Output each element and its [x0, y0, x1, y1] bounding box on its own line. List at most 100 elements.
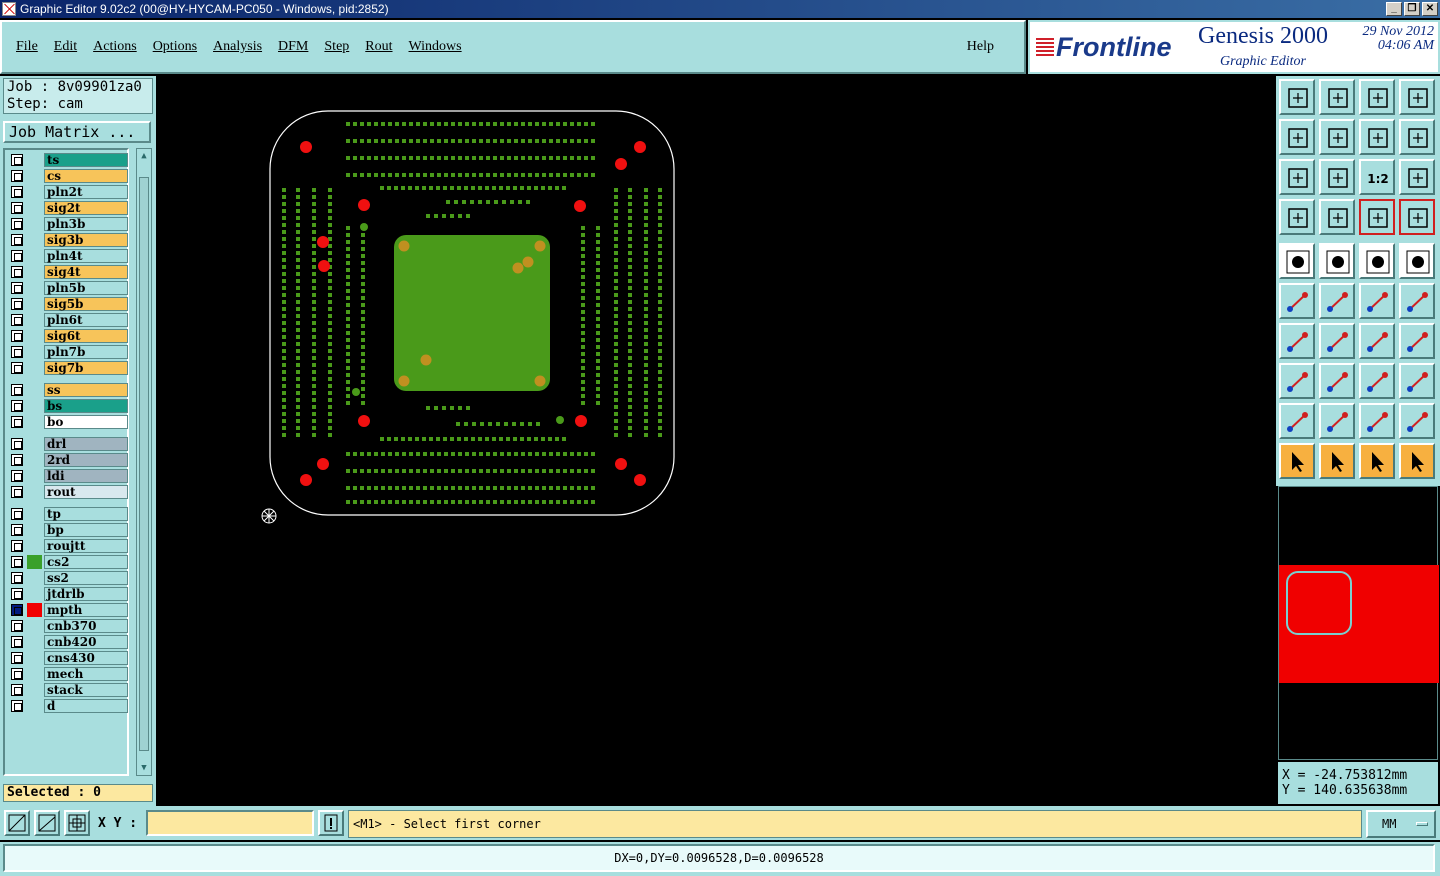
layer-checkbox[interactable]: [11, 652, 23, 664]
layer-row-drl[interactable]: drl: [8, 437, 128, 451]
measure-tool[interactable]: [1359, 363, 1395, 399]
layer-row-sig5b[interactable]: sig5b: [8, 297, 128, 311]
layer-name[interactable]: sig2t: [44, 201, 128, 215]
layer-checkbox[interactable]: [11, 572, 23, 584]
layer-checkbox[interactable]: [11, 508, 23, 520]
zoom-fit-tool[interactable]: [1279, 159, 1315, 195]
save-tool[interactable]: [1319, 79, 1355, 115]
menu-edit[interactable]: Edit: [54, 39, 77, 55]
layer-name[interactable]: mech: [44, 667, 128, 681]
layer-name[interactable]: ldi: [44, 469, 128, 483]
layer-name[interactable]: pln7b: [44, 345, 128, 359]
layer-row-mpth[interactable]: mpth: [8, 603, 128, 617]
window-tool[interactable]: [1399, 79, 1435, 115]
line-cut-tool[interactable]: [1319, 363, 1355, 399]
layer-name[interactable]: pln2t: [44, 185, 128, 199]
layer-checkbox[interactable]: [11, 154, 23, 166]
layer-checkbox[interactable]: [11, 346, 23, 358]
menu-rout[interactable]: Rout: [365, 39, 392, 55]
layer-checkbox[interactable]: [11, 684, 23, 696]
trace-b-tool[interactable]: [1359, 403, 1395, 439]
layer-checkbox[interactable]: [11, 604, 23, 616]
layer-checkbox[interactable]: [11, 314, 23, 326]
pad-select-tool[interactable]: [1279, 243, 1315, 279]
pad-move-tool[interactable]: [1279, 363, 1315, 399]
ruler-tool[interactable]: [1359, 243, 1395, 279]
layer-row-sig7b[interactable]: sig7b: [8, 361, 128, 375]
layer-row-sig4t[interactable]: sig4t: [8, 265, 128, 279]
layer-scrollbar[interactable]: ▲ ▼: [136, 148, 152, 776]
overview-window[interactable]: [1278, 486, 1439, 760]
layer-name[interactable]: rout: [44, 485, 128, 499]
restore-button[interactable]: ❐: [1404, 2, 1420, 16]
layer-checkbox[interactable]: [11, 170, 23, 182]
select-box-tool[interactable]: [1359, 443, 1395, 479]
home-tool[interactable]: [1359, 79, 1395, 115]
layer-checkbox[interactable]: [11, 282, 23, 294]
menu-actions[interactable]: Actions: [93, 39, 137, 55]
snap-grid-button[interactable]: [4, 810, 30, 836]
layer-checkbox[interactable]: [11, 588, 23, 600]
layer-checkbox[interactable]: [11, 620, 23, 632]
select-tool[interactable]: [1319, 443, 1355, 479]
layer-checkbox[interactable]: [11, 186, 23, 198]
cross-tool[interactable]: [1319, 283, 1355, 319]
triangle-tool[interactable]: [1279, 403, 1315, 439]
layer-name[interactable]: stack: [44, 683, 128, 697]
layer-checkbox[interactable]: [11, 524, 23, 536]
diagonal-tool[interactable]: [1319, 323, 1355, 359]
layer-row-bp[interactable]: bp: [8, 523, 128, 537]
layer-row-ss[interactable]: ss: [8, 383, 128, 397]
net-layer-tool[interactable]: [1399, 199, 1435, 235]
layer-color-swatch[interactable]: [27, 603, 42, 617]
layer-checkbox[interactable]: [11, 486, 23, 498]
undo-tool[interactable]: [1359, 119, 1395, 155]
shapes-tool[interactable]: [1399, 363, 1435, 399]
circle-tool[interactable]: [1399, 243, 1435, 279]
layer-name[interactable]: bo: [44, 415, 128, 429]
angle-tool[interactable]: [1279, 323, 1315, 359]
menu-file[interactable]: File: [16, 39, 38, 55]
layer-checkbox[interactable]: [11, 384, 23, 396]
layer-name[interactable]: ss2: [44, 571, 128, 585]
layer-checkbox[interactable]: [11, 700, 23, 712]
layer-checkbox[interactable]: [11, 470, 23, 482]
layer-checkbox[interactable]: [11, 454, 23, 466]
xy-input[interactable]: [146, 810, 314, 836]
layer-name[interactable]: cns430: [44, 651, 128, 665]
layer-row-bo[interactable]: bo: [8, 415, 128, 429]
layer-row-cnb370[interactable]: cnb370: [8, 619, 128, 633]
layer-checkbox[interactable]: [11, 416, 23, 428]
snap-center-button[interactable]: [64, 810, 90, 836]
layer-name[interactable]: jtdrlb: [44, 587, 128, 601]
layer-row-bs[interactable]: bs: [8, 399, 128, 413]
layer-name[interactable]: 2rd: [44, 453, 128, 467]
open-job-tool[interactable]: [1279, 79, 1315, 115]
close-button[interactable]: ✕: [1422, 2, 1438, 16]
export-tool[interactable]: [1319, 119, 1355, 155]
job-matrix-button[interactable]: Job Matrix ...: [3, 121, 151, 143]
import-tool[interactable]: [1279, 119, 1315, 155]
flip-tool[interactable]: [1399, 323, 1435, 359]
layer-row-sig2t[interactable]: sig2t: [8, 201, 128, 215]
layer-name[interactable]: sig3b: [44, 233, 128, 247]
layer-checkbox[interactable]: [11, 330, 23, 342]
menu-windows[interactable]: Windows: [409, 39, 462, 55]
layer-row-cs[interactable]: cs: [8, 169, 128, 183]
layer-checkbox[interactable]: [11, 636, 23, 648]
layer-name[interactable]: cs: [44, 169, 128, 183]
scroll-up-icon[interactable]: ▲: [138, 150, 150, 162]
pointer-tool[interactable]: [1279, 443, 1315, 479]
trace-a-tool[interactable]: [1319, 403, 1355, 439]
menu-help[interactable]: Help: [967, 39, 994, 55]
layer-checkbox[interactable]: [11, 202, 23, 214]
redo-tool[interactable]: [1399, 119, 1435, 155]
connect-tool[interactable]: [1279, 283, 1315, 319]
layer-checkbox[interactable]: [11, 556, 23, 568]
zoom-1to2-tool[interactable]: 1:2: [1359, 159, 1395, 195]
menu-step[interactable]: Step: [324, 39, 349, 55]
layer-row-ldi[interactable]: ldi: [8, 469, 128, 483]
layer-name[interactable]: mpth: [44, 603, 128, 617]
layer-row-ss2[interactable]: ss2: [8, 571, 128, 585]
polygon-tool[interactable]: [1319, 243, 1355, 279]
